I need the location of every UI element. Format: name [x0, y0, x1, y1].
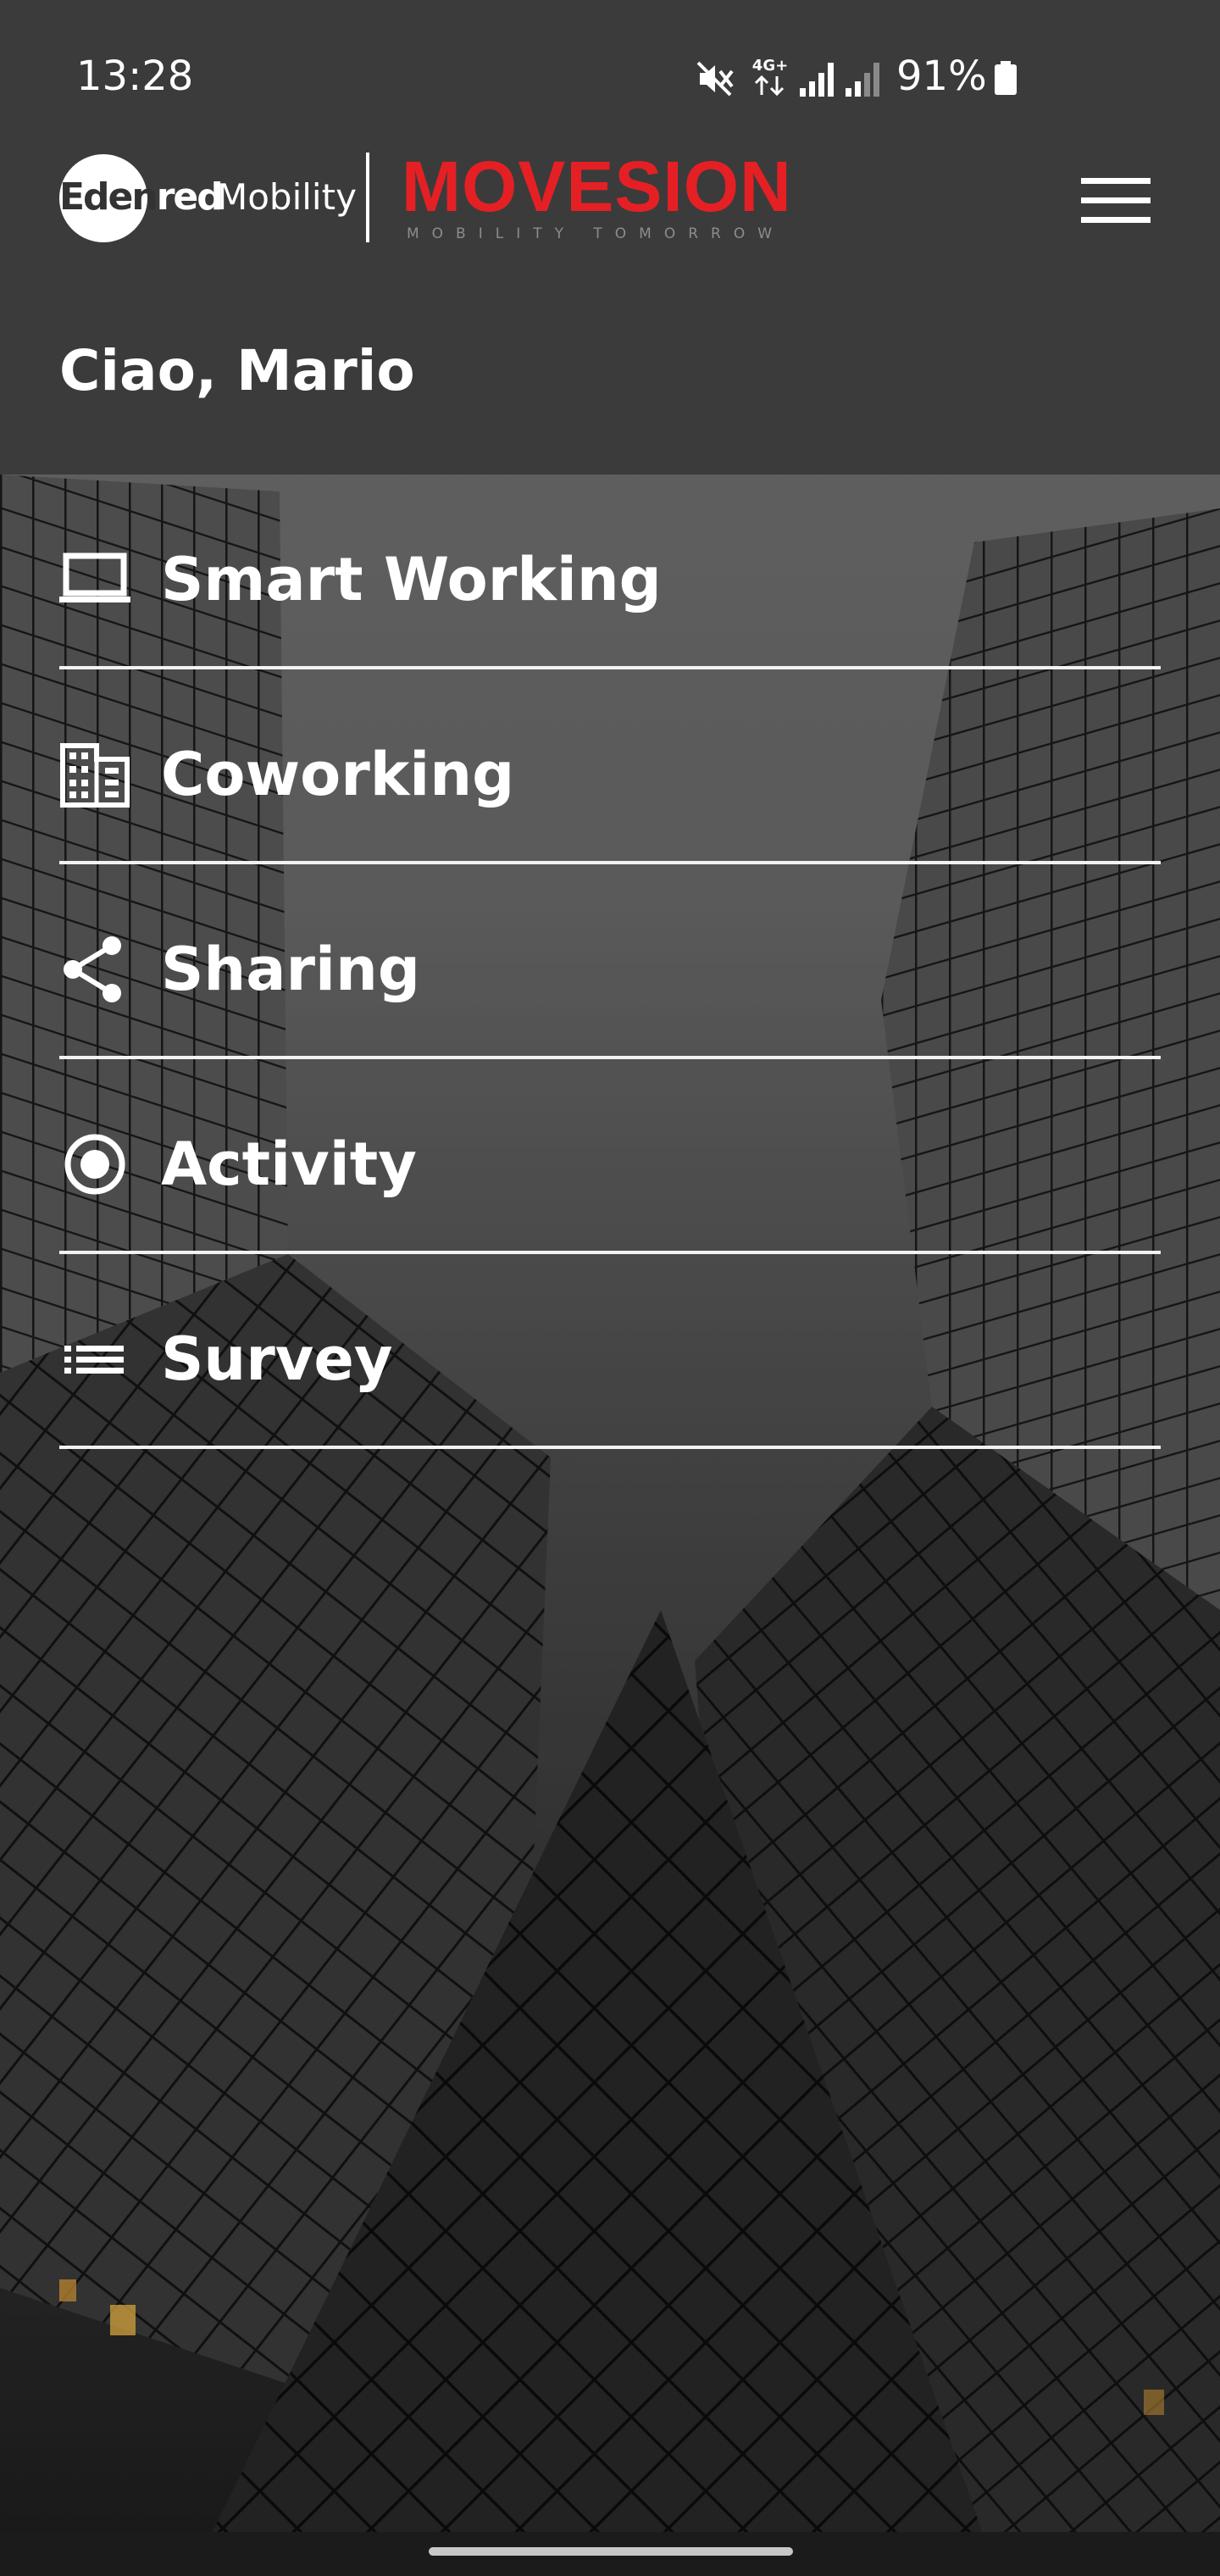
- status-time: 13:28: [76, 53, 194, 100]
- menu-bar-top: [1081, 177, 1151, 184]
- laptop-icon: [59, 552, 130, 602]
- movesion-tagline: MOBILITY TOMORROW: [407, 225, 785, 242]
- building-icon: [60, 743, 130, 808]
- mobility-logo-text: Mobility: [217, 176, 357, 218]
- network-4g-icon: 4G+: [749, 58, 791, 100]
- app-screen: 13:28 4G+ 91% Edenred Mobility MOVESION …: [0, 0, 1220, 2576]
- signal-icon: [800, 63, 834, 97]
- menu-bar-middle: [1081, 197, 1151, 203]
- app-header: 13:28 4G+ 91% Edenred Mobility MOVESION …: [0, 0, 1220, 475]
- system-navigation-bar: [0, 2532, 1220, 2576]
- menu-item-label: Coworking: [161, 740, 515, 809]
- signal-weak-icon: [846, 63, 879, 97]
- home-gesture-handle[interactable]: [429, 2547, 793, 2556]
- battery-percentage: 91%: [896, 53, 987, 100]
- menu-item-activity[interactable]: Activity: [59, 1059, 1161, 1254]
- edenred-logo-part-2: red: [156, 175, 224, 219]
- menu-item-label: Survey: [161, 1324, 393, 1394]
- main-menu-list: Smart Working Coworking Sharing Activity…: [59, 475, 1161, 1449]
- menu-item-coworking[interactable]: Coworking: [59, 669, 1161, 864]
- status-bar: 13:28 4G+ 91%: [0, 0, 1220, 153]
- menu-item-survey[interactable]: Survey: [59, 1254, 1161, 1449]
- movesion-logo: MOVESION: [402, 147, 792, 226]
- menu-item-label: Smart Working: [161, 545, 662, 614]
- edenred-logo-part-1: Eden: [59, 175, 158, 219]
- battery-icon: [995, 61, 1017, 95]
- menu-item-label: Activity: [161, 1130, 417, 1199]
- menu-item-sharing[interactable]: Sharing: [59, 864, 1161, 1059]
- edenred-logo-text: Edenred: [59, 175, 224, 219]
- network-label: 4G+: [751, 57, 789, 75]
- menu-bar-bottom: [1081, 216, 1151, 223]
- radio-target-icon: [64, 1134, 125, 1195]
- logo-divider: [366, 153, 369, 242]
- mute-icon: [696, 61, 734, 97]
- menu-item-label: Sharing: [161, 935, 420, 1004]
- list-icon: [64, 1346, 124, 1374]
- menu-item-smart-working[interactable]: Smart Working: [59, 475, 1161, 669]
- hamburger-menu-icon[interactable]: [1076, 168, 1156, 232]
- share-icon: [64, 936, 121, 1002]
- greeting-title: Ciao, Mario: [59, 338, 415, 403]
